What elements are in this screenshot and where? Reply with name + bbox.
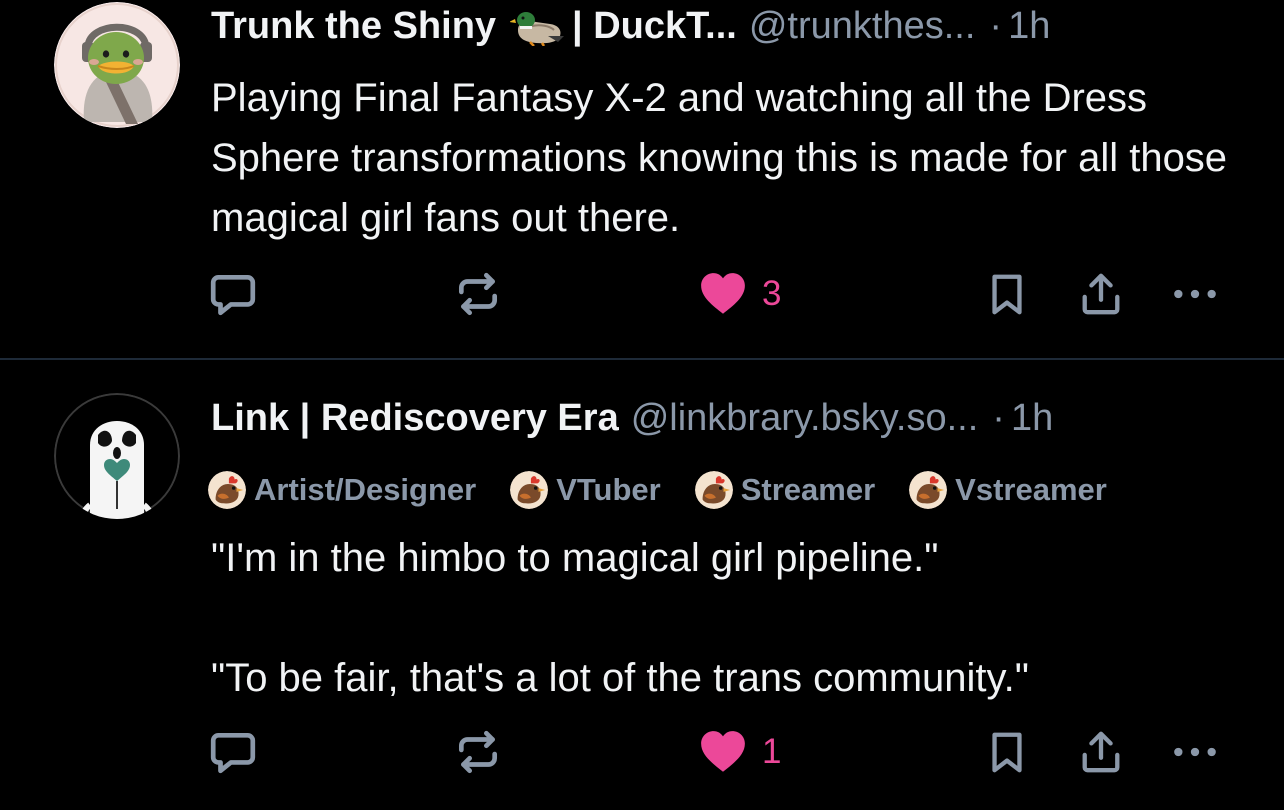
post-body: "I'm in the himbo to magical girl pipeli… — [211, 528, 1244, 708]
reply-button[interactable] — [208, 722, 258, 782]
post-actions: 3 — [0, 264, 1284, 324]
rooster-label-icon — [695, 471, 733, 509]
author-handle[interactable]: @linkbrary.bsky.so... — [631, 392, 979, 444]
more-icon — [1170, 269, 1220, 319]
ghost-avatar-icon[interactable] — [54, 393, 180, 519]
reply-icon — [208, 727, 258, 777]
like-button[interactable]: 3 — [698, 264, 781, 324]
post-body: Playing Final Fantasy X-2 and watching a… — [211, 68, 1244, 248]
more-options-button[interactable] — [1170, 722, 1220, 782]
repost-icon — [453, 727, 503, 777]
post-paragraph: "I'm in the himbo to magical girl pipeli… — [211, 536, 939, 580]
like-button[interactable]: 1 — [698, 722, 781, 782]
post-trunk[interactable]: Trunk the Shiny | DuckT... @trunkthes...… — [0, 0, 1284, 358]
repost-button[interactable] — [453, 264, 503, 324]
post-timestamp[interactable]: 1h — [1011, 392, 1053, 444]
label-text: Streamer — [740, 472, 876, 507]
more-options-button[interactable] — [1170, 264, 1220, 324]
duck-emoji-icon — [509, 6, 566, 47]
repost-button[interactable] — [453, 722, 503, 782]
label-vstreamer[interactable]: Vstreamer — [909, 471, 1107, 509]
share-icon — [1078, 727, 1124, 777]
heart-filled-icon — [698, 727, 748, 777]
rooster-label-icon — [510, 471, 548, 509]
label-vtuber[interactable]: VTuber — [510, 471, 661, 509]
share-icon — [1078, 269, 1124, 319]
rooster-label-icon — [208, 471, 246, 509]
share-button[interactable] — [1078, 264, 1124, 324]
post-actions: 1 — [0, 722, 1284, 782]
post-link[interactable]: Link | Rediscovery Era @linkbrary.bsky.s… — [0, 360, 1284, 810]
meta-separator: · — [992, 397, 1005, 439]
post-paragraph: Playing Final Fantasy X-2 and watching a… — [211, 76, 1228, 240]
meta-separator: · — [989, 5, 1003, 47]
reply-button[interactable] — [208, 264, 258, 324]
share-button[interactable] — [1078, 722, 1124, 782]
label-artist-designer[interactable]: Artist/Designer — [208, 471, 476, 509]
bookmark-icon — [984, 727, 1030, 777]
heart-filled-icon — [698, 269, 748, 319]
bookmark-icon — [984, 269, 1030, 319]
like-count: 1 — [762, 732, 782, 771]
post-timestamp[interactable]: 1h — [1008, 0, 1050, 52]
profile-labels: Artist/Designer VTuber Streamer Vstreame… — [208, 470, 1141, 510]
display-name[interactable]: Trunk the Shiny — [211, 0, 496, 52]
display-name-suffix[interactable]: | DuckT... — [572, 0, 737, 52]
duck-avatar-icon[interactable] — [54, 2, 180, 128]
label-text: Artist/Designer — [254, 472, 477, 507]
post-paragraph: "To be fair, that's a lot of the trans c… — [211, 656, 1029, 700]
display-name[interactable]: Link | Rediscovery Era — [211, 392, 619, 444]
bookmark-button[interactable] — [984, 722, 1030, 782]
reply-icon — [208, 269, 258, 319]
author-handle[interactable]: @trunkthes... — [749, 0, 976, 52]
repost-icon — [453, 269, 503, 319]
more-icon — [1170, 727, 1220, 777]
label-text: Vstreamer — [955, 472, 1107, 507]
like-count: 3 — [762, 274, 782, 313]
post-header: Trunk the Shiny | DuckT... @trunkthes...… — [211, 0, 1238, 52]
rooster-label-icon — [909, 471, 947, 509]
label-text: VTuber — [556, 472, 661, 507]
post-header: Link | Rediscovery Era @linkbrary.bsky.s… — [211, 392, 1238, 444]
label-streamer[interactable]: Streamer — [695, 471, 875, 509]
bookmark-button[interactable] — [984, 264, 1030, 324]
